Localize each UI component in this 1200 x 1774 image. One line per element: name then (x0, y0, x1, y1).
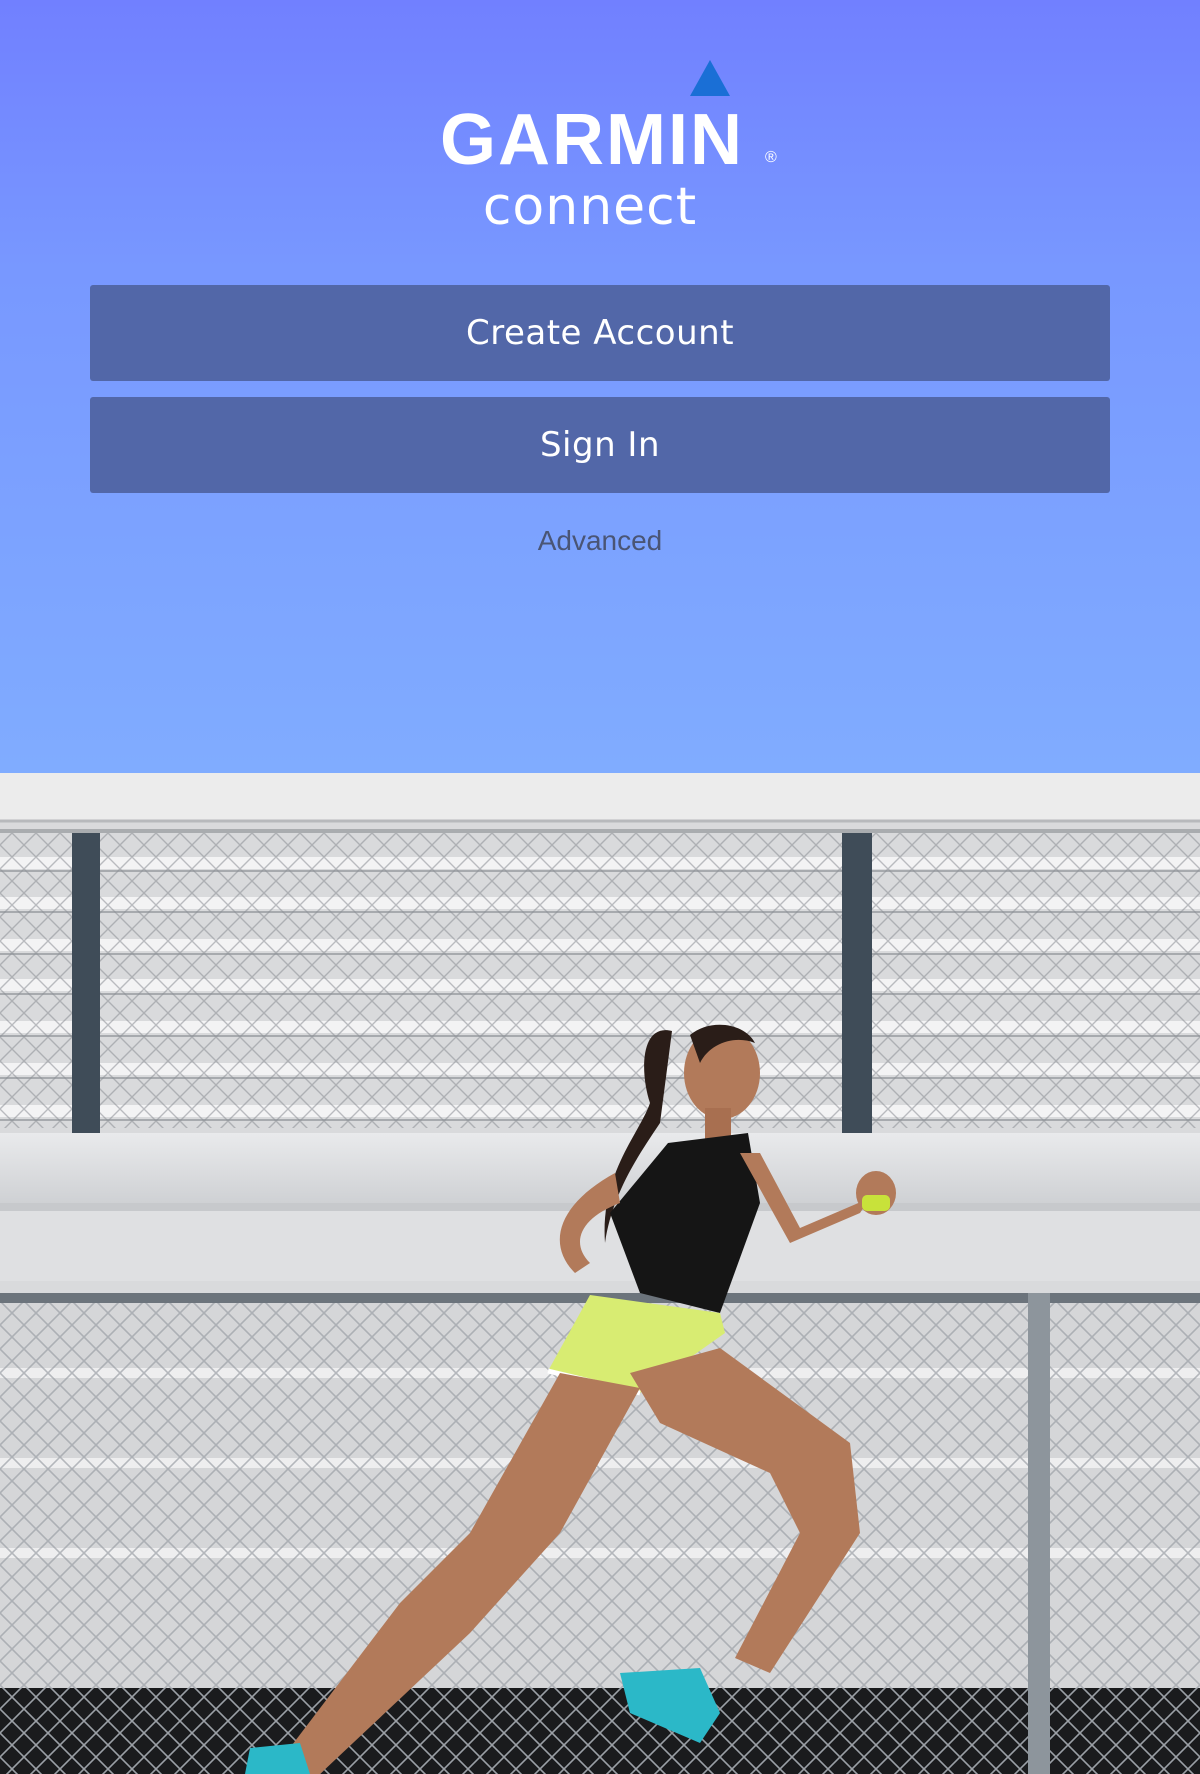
welcome-screen: GARMIN ® connect Create Account Sign In … (0, 0, 1200, 1774)
logo-sub: connect (483, 177, 697, 236)
registered-mark: ® (765, 149, 777, 166)
create-account-button[interactable]: Create Account (90, 285, 1110, 381)
garmin-connect-logo: GARMIN ® connect (0, 56, 1200, 236)
sign-in-button[interactable]: Sign In (90, 397, 1110, 493)
garmin-triangle-icon (690, 60, 730, 96)
sign-in-label: Sign In (539, 425, 661, 465)
create-account-label: Create Account (465, 313, 735, 353)
logo-wordmark: GARMIN (440, 100, 744, 180)
runner-photo (0, 773, 1200, 1774)
advanced-link[interactable]: Advanced (0, 525, 1200, 557)
header-gradient: GARMIN ® connect Create Account Sign In … (0, 0, 1200, 773)
